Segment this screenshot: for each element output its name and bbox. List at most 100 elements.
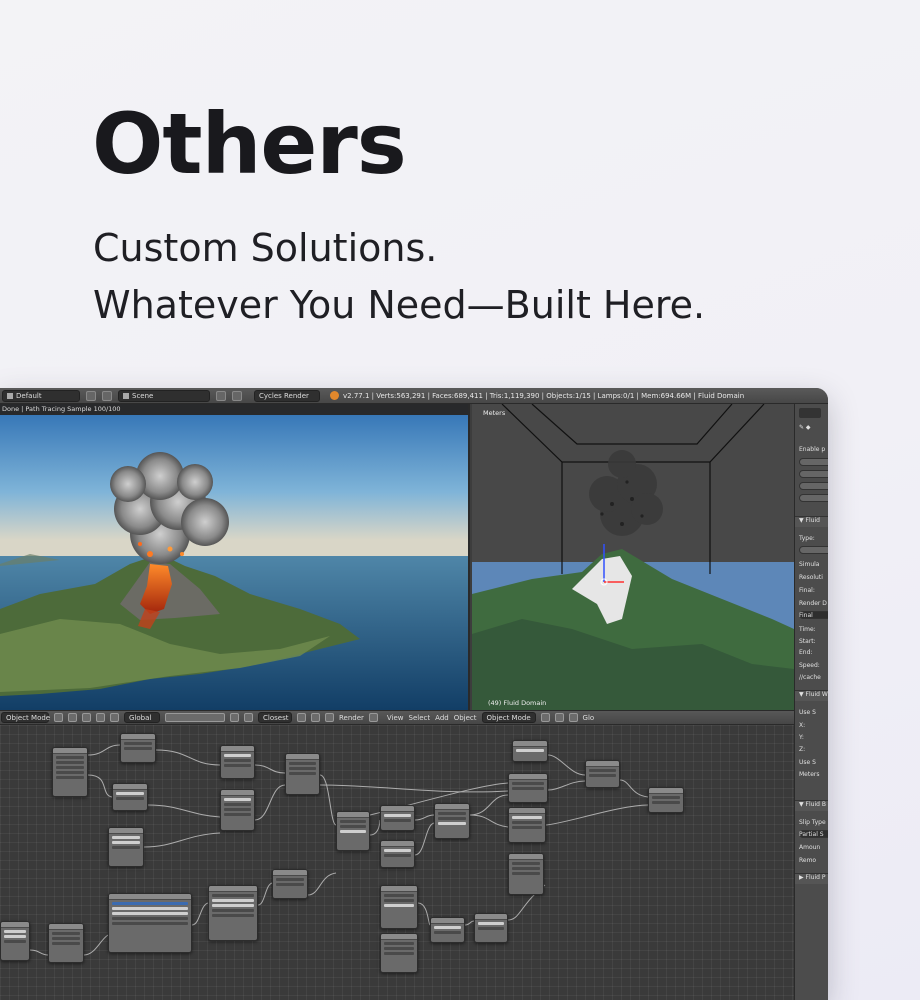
render-result-view[interactable]: Done | Path Tracing Sample 100/100 — [0, 404, 470, 710]
gravity-z-field[interactable]: Z: — [799, 746, 805, 753]
translate-icon[interactable] — [96, 713, 105, 722]
layer-lock-icon[interactable] — [230, 713, 239, 722]
node-shader[interactable] — [380, 840, 415, 868]
use-scene-size-checkbox[interactable]: Use S — [799, 759, 816, 766]
object-menu[interactable]: Object — [454, 714, 477, 722]
node-shader[interactable] — [585, 760, 620, 788]
manipulator-toggle-icon[interactable] — [568, 713, 578, 722]
add-menu[interactable]: Add — [435, 714, 449, 722]
enable-field-2[interactable] — [799, 470, 828, 478]
editor-header: Object Mode Global Closest Render View S… — [0, 710, 794, 725]
node-shader[interactable] — [208, 885, 258, 941]
3d-viewport[interactable]: Meters (49) Fluid Domain — [472, 404, 794, 710]
slip-type-label: Slip Type — [799, 819, 826, 826]
node-shader[interactable] — [434, 803, 470, 839]
node-shader[interactable] — [336, 811, 370, 851]
fluid-particles-label: ▶ Fluid P — [799, 874, 826, 881]
page-subtitle: Custom Solutions. Whatever You Need—Buil… — [93, 220, 705, 334]
add-scene-button[interactable] — [216, 390, 226, 401]
viewport-scene — [472, 404, 794, 710]
snap-icon[interactable] — [297, 713, 306, 722]
blender-logo-icon — [330, 391, 339, 400]
render-menu[interactable]: Render — [339, 714, 364, 722]
wrench-icon[interactable]: ✎ ◆ — [799, 424, 811, 431]
viewport-object-label: (49) Fluid Domain — [488, 699, 547, 707]
node-shader[interactable] — [430, 917, 465, 943]
render-engine-selector[interactable]: Cycles Render — [254, 389, 320, 402]
node-shader[interactable] — [272, 869, 308, 899]
node-shader[interactable] — [48, 923, 84, 963]
node-shader[interactable] — [508, 807, 546, 843]
snap-target-icon[interactable] — [311, 713, 320, 722]
enable-field-3[interactable] — [799, 482, 828, 490]
scene-icon — [123, 392, 129, 399]
remove-checkbox[interactable]: Remo — [799, 857, 816, 864]
node-shader[interactable] — [508, 773, 548, 803]
volcano-render-image — [0, 404, 468, 710]
select-menu[interactable]: Select — [409, 714, 431, 722]
gravity-x-field[interactable]: X: — [799, 722, 805, 729]
node-shader[interactable] — [512, 740, 548, 762]
type-label: Type: — [799, 535, 815, 542]
type-selector[interactable] — [799, 546, 828, 554]
node-output[interactable] — [648, 787, 684, 813]
orientation-selector-2[interactable]: Glo — [583, 714, 595, 722]
editor-type-icon[interactable] — [368, 713, 378, 722]
fluid-world-label: ▼ Fluid W — [799, 691, 828, 698]
node-shader[interactable] — [220, 745, 255, 779]
orientation-selector[interactable]: Global — [124, 712, 160, 723]
node-shader[interactable] — [474, 913, 508, 943]
view-menu[interactable]: View — [387, 714, 404, 722]
remove-scene-button[interactable] — [232, 390, 242, 401]
node-shader[interactable] — [108, 827, 144, 867]
rotate-icon[interactable] — [110, 713, 119, 722]
node-color-ramp[interactable] — [108, 893, 192, 953]
node-shader[interactable] — [285, 753, 320, 795]
node-shader[interactable] — [0, 921, 30, 961]
start-field[interactable]: Start: — [799, 638, 816, 645]
cache-path-field[interactable]: //cache — [799, 674, 821, 681]
amount-field[interactable]: Amoun — [799, 844, 820, 851]
fluid-section-label: ▼ Fluid — [799, 517, 820, 524]
viewport-shading-icon[interactable] — [540, 713, 550, 722]
node-shader[interactable] — [508, 853, 544, 895]
end-field[interactable]: End: — [799, 649, 812, 656]
resolution-label: Resoluti — [799, 574, 823, 581]
pivot-point-icon[interactable] — [554, 713, 564, 722]
node-shader[interactable] — [380, 885, 418, 929]
layers-grid-icon[interactable] — [165, 713, 225, 722]
final-resolution-field[interactable]: Final: — [799, 587, 815, 594]
blender-screenshot: Default Scene Cycles Render v2.77.1 | Ve… — [0, 388, 828, 1000]
render-display-label: Render D — [799, 600, 827, 607]
opengl-render-icon[interactable] — [325, 713, 334, 722]
remove-layout-button[interactable] — [102, 390, 112, 401]
node-shader[interactable] — [120, 733, 156, 763]
enable-field-4[interactable] — [799, 494, 828, 502]
add-layout-button[interactable] — [86, 390, 96, 401]
simulate-label[interactable]: Simula — [799, 561, 819, 568]
node-shader[interactable] — [380, 933, 418, 973]
fluid-boundary-label: ▼ Fluid B — [799, 801, 826, 808]
manipulator-icon[interactable] — [82, 713, 91, 722]
node-shader[interactable] — [380, 805, 415, 831]
mode-selector[interactable]: Object Mode — [1, 712, 50, 723]
node-shader[interactable] — [52, 747, 88, 797]
properties-tabs-icon[interactable] — [799, 408, 821, 418]
node-shader[interactable] — [112, 783, 148, 811]
proportional-edit-icon[interactable] — [244, 713, 253, 722]
pivot-icon[interactable] — [68, 713, 77, 722]
scene-selector[interactable]: Scene — [118, 389, 210, 402]
use-scene-gravity-checkbox[interactable]: Use S — [799, 709, 816, 716]
gravity-y-field[interactable]: Y: — [799, 734, 804, 741]
mode-selector-2[interactable]: Object Mode — [481, 712, 536, 723]
proportional-falloff-selector[interactable]: Closest — [258, 712, 292, 723]
meters-field[interactable]: Meters — [799, 771, 820, 778]
node-shader[interactable] — [220, 789, 255, 831]
slip-type-value: Partial S — [799, 831, 824, 838]
shading-icon[interactable] — [54, 713, 63, 722]
page-title: Others — [92, 95, 407, 193]
layout-selector[interactable]: Default — [2, 389, 80, 402]
enable-field-1[interactable] — [799, 458, 828, 466]
node-editor[interactable] — [0, 725, 794, 1000]
speed-field[interactable]: Speed: — [799, 662, 820, 669]
